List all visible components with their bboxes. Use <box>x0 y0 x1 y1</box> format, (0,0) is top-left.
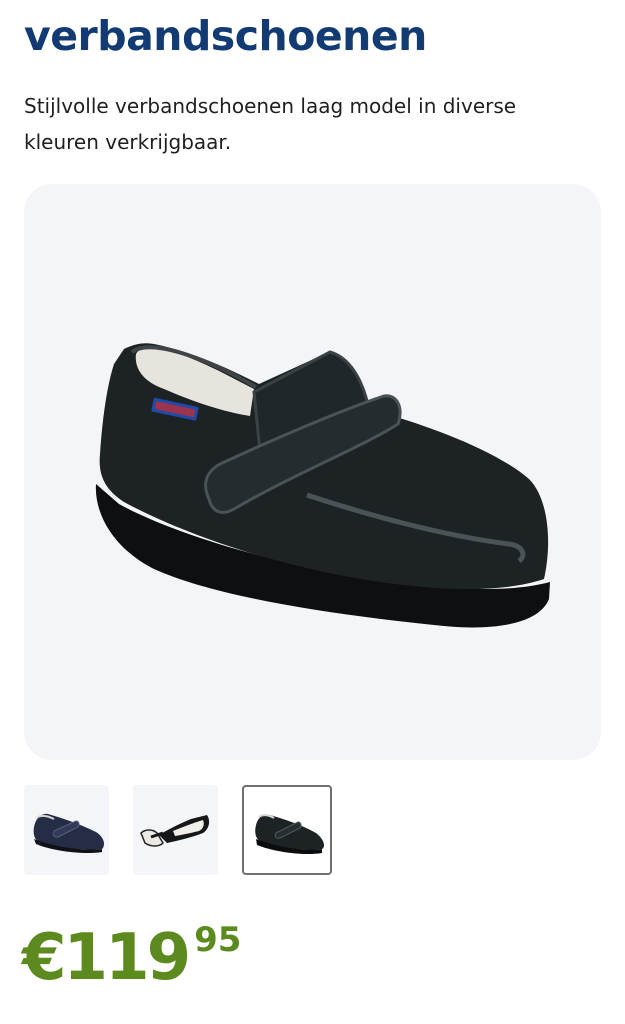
shoe-black-velcro-icon <box>95 343 550 628</box>
shoe-black-velcro-icon <box>255 814 324 855</box>
thumbnail-3[interactable] <box>242 785 332 875</box>
thumbnail-2[interactable] <box>133 785 218 875</box>
shoe-navy-velcro-icon <box>33 813 104 854</box>
price-whole: 119 <box>63 921 192 995</box>
price-cents: 95 <box>194 920 242 960</box>
product-title: verbandschoenen <box>24 12 427 60</box>
price: €119 95 <box>22 918 241 998</box>
price-currency: € <box>22 921 66 995</box>
shoe-opened-top-view-icon <box>140 815 210 847</box>
thumbnail-1[interactable] <box>24 785 109 875</box>
main-product-image[interactable] <box>24 184 601 760</box>
product-description: Stijlvolle verbandschoenen laag model in… <box>24 94 517 154</box>
